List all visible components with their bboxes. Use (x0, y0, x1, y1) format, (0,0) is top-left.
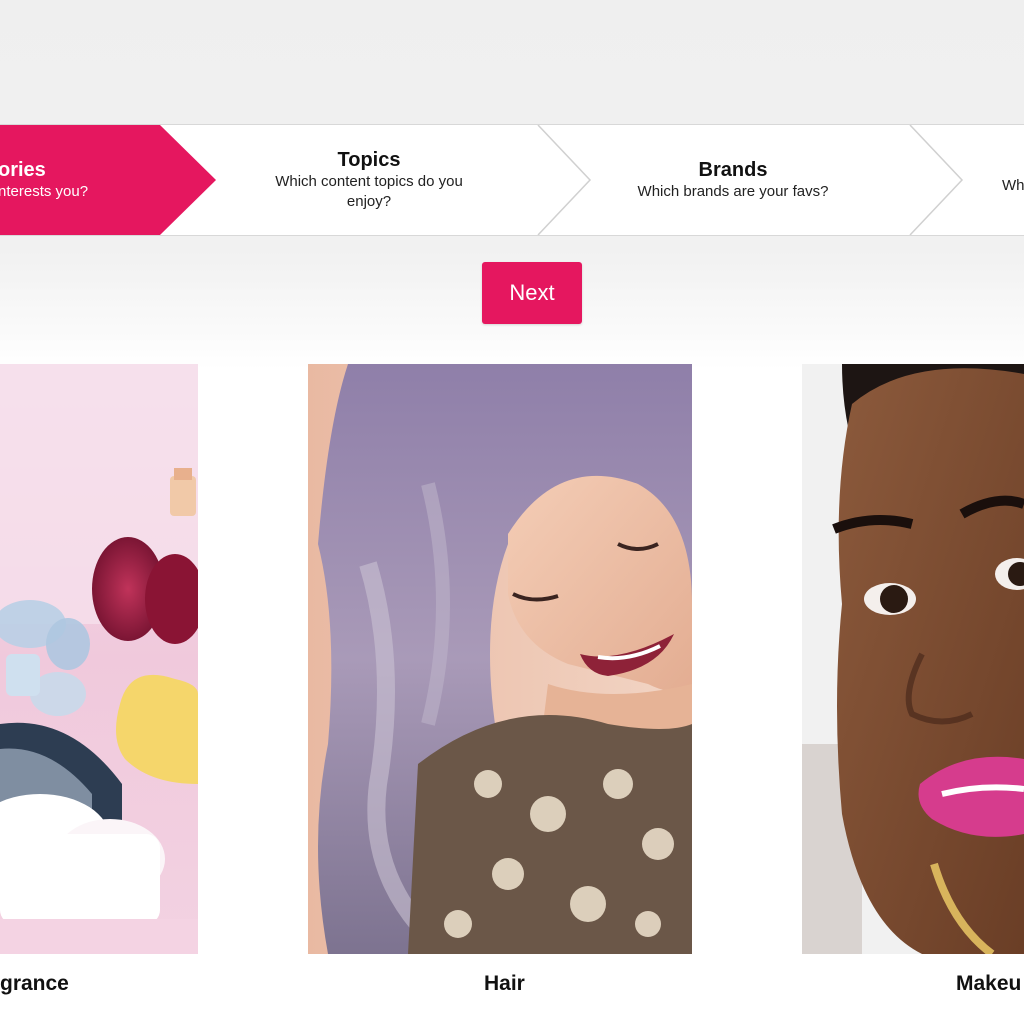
category-label-fragrance: grance (0, 972, 69, 995)
category-label-makeup: Makeu (956, 972, 1022, 995)
next-button[interactable]: Next (482, 262, 582, 324)
step-subtitle: Which brands are your favs? (637, 183, 829, 200)
step-subtitle: enjoy? (346, 193, 392, 210)
pink-lipstick-woman-image (802, 364, 1024, 954)
category-label-hair: Hair (484, 972, 525, 995)
category-card-hair[interactable] (308, 364, 692, 954)
category-card-fragrance[interactable] (0, 364, 198, 954)
step-separator (909, 125, 964, 235)
step-title: ories (0, 159, 46, 181)
onboarding-page: ories nterests you? Topics Which content… (0, 0, 1024, 1024)
lavender-hair-woman-image (308, 364, 692, 954)
category-card-makeup[interactable] (802, 364, 1024, 954)
step-brands[interactable]: Brands Which brands are your favs? (600, 125, 866, 235)
step-categories[interactable]: ories nterests you? (0, 125, 160, 235)
step-separator (537, 125, 592, 235)
step-subtitle: Wh (1002, 177, 1024, 194)
step-topics[interactable]: Topics Which content topics do you enjoy… (230, 125, 508, 235)
progress-stepper: ories nterests you? Topics Which content… (0, 124, 1024, 236)
step-subtitle: Which content topics do you (275, 173, 463, 190)
perfume-bottles-image (0, 364, 198, 954)
step-next-partial[interactable]: Wh (1002, 125, 1024, 235)
step-title: Topics (337, 149, 401, 171)
step-subtitle: nterests you? (0, 183, 89, 200)
step-title: Brands (698, 159, 768, 181)
